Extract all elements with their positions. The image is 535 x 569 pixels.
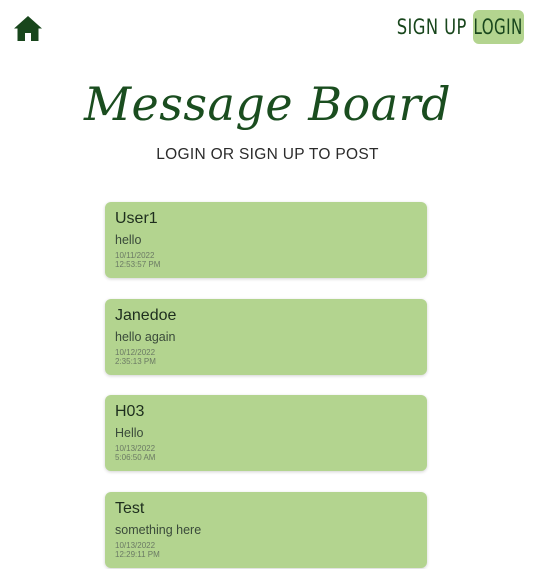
page-title: Message Board bbox=[83, 77, 452, 131]
post-username: H03 bbox=[115, 403, 145, 420]
posts-list: User1 hello 10/11/2022 12:53:57 PM Janed… bbox=[105, 202, 427, 569]
post-date: 10/13/2022 bbox=[115, 540, 156, 550]
post-message: hello bbox=[115, 233, 142, 247]
post-date: 10/13/2022 bbox=[115, 444, 156, 453]
post-date: 10/12/2022 bbox=[115, 347, 156, 357]
post-username: Test bbox=[115, 499, 145, 517]
post-username: User1 bbox=[115, 210, 158, 227]
page-subtitle: LOGIN OR SIGN UP TO POST bbox=[156, 146, 379, 163]
signup-link[interactable]: SIGN UP bbox=[397, 10, 467, 44]
post-time: 12:29:11 PM bbox=[115, 549, 160, 559]
post-card[interactable]: User1 hello 10/11/2022 12:53:57 PM bbox=[105, 202, 427, 278]
home-button[interactable] bbox=[13, 15, 43, 42]
post-card[interactable]: H03 Hello 10/13/2022 5:06:50 AM bbox=[105, 395, 427, 471]
post-username: Janedoe bbox=[115, 306, 177, 324]
post-time: 2:35:13 PM bbox=[115, 356, 156, 366]
post-time: 12:53:57 PM bbox=[115, 260, 161, 269]
post-time: 5:06:50 AM bbox=[115, 453, 156, 462]
post-message: Hello bbox=[115, 426, 144, 440]
post-message: something here bbox=[115, 522, 202, 537]
post-date: 10/11/2022 bbox=[115, 251, 155, 260]
post-message: hello again bbox=[115, 329, 176, 344]
top-nav: SIGN UP LOGIN bbox=[377, 10, 524, 44]
login-button[interactable]: LOGIN bbox=[473, 10, 524, 44]
login-button-label: LOGIN bbox=[473, 15, 524, 39]
home-icon bbox=[14, 16, 42, 41]
post-card[interactable]: Janedoe hello again 10/12/2022 2:35:13 P… bbox=[105, 298, 427, 375]
post-card[interactable]: Test something here 10/13/2022 12:29:11 … bbox=[105, 491, 427, 568]
